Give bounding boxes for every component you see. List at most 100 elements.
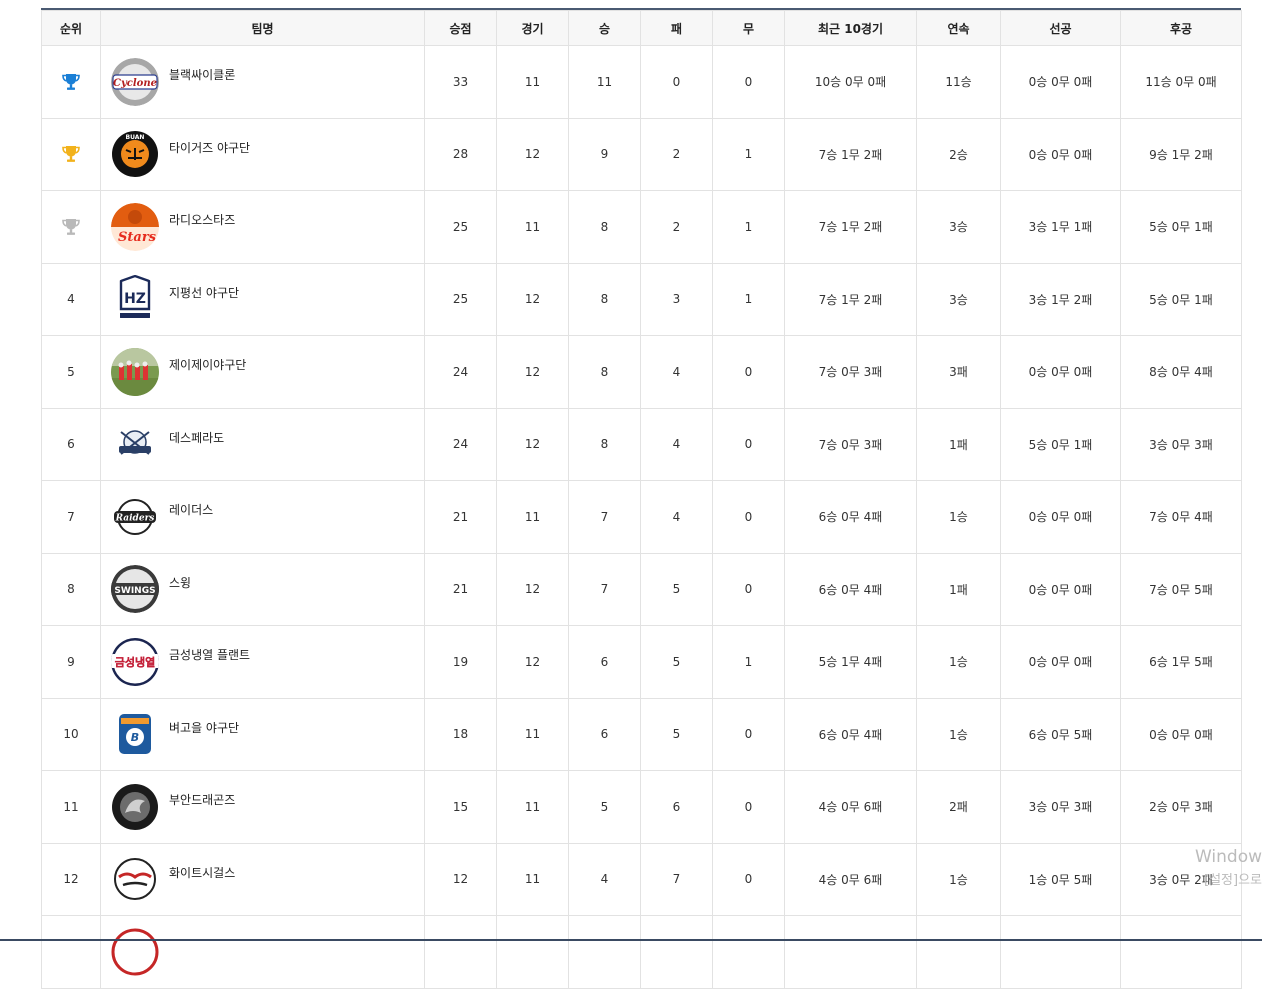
second-attack-cell: 5승 0무 1패 [1120, 262, 1242, 336]
svg-text:금성냉열: 금성냉열 [115, 655, 155, 669]
table-row[interactable]: 9 금성냉열 금성냉열 플랜트 19 12 6 5 1 5승 1무 4패 1승 0승 0무 0패 6승… [41, 625, 1242, 699]
team-cell[interactable]: Raiders 레이더스 [100, 480, 425, 554]
last10-cell: 4승 0무 6패 [784, 842, 917, 916]
table-row[interactable]: 12 화이트시걸스 12 11 4 7 0 4승 0무 6패 1승 1승 0무 5패 3승 0무 2… [41, 842, 1242, 916]
first-attack-cell: 0승 0무 0패 [1000, 117, 1121, 191]
games-cell: 12 [496, 335, 569, 409]
first-attack-cell: 0승 0무 0패 [1000, 480, 1121, 554]
header-streak: 연속 [916, 10, 1001, 46]
team-logo: HZ [111, 275, 159, 324]
table-row[interactable]: BUAN 타이거즈 야구단 28 12 9 2 1 7승 1무 2패 2승 0승 0무 0패 9승 … [41, 117, 1242, 191]
table-row[interactable]: 8 SWINGS 스윙 21 12 7 5 0 6승 0무 4패 1패 0승 0무 0패 7승 0무 … [41, 552, 1242, 626]
team-logo [111, 783, 159, 831]
team-name[interactable]: 부안드래곤즈 [169, 791, 235, 808]
games-cell: 11 [496, 45, 569, 119]
team-cell[interactable]: 제이제이야구단 [100, 335, 425, 409]
games-cell: 12 [496, 552, 569, 626]
wins-cell: 6 [568, 625, 641, 699]
team-name[interactable]: 데스페라도 [169, 429, 224, 446]
standings-table: 순위 팀명 승점 경기 승 패 무 최근 10경기 연속 선공 후공 Cyclo… [41, 10, 1242, 989]
table-row[interactable]: 4 HZ 지평선 야구단 25 12 8 3 1 7승 1무 2패 3승 3승 1무 2패 5승 0무… [41, 262, 1242, 336]
team-name[interactable]: 블랙싸이클론 [169, 66, 235, 83]
first-attack-cell: 6승 0무 5패 [1000, 697, 1121, 771]
table-row[interactable]: 11 부안드래곤즈 15 11 5 6 0 4승 0무 6패 2패 3승 0무 3패 2승 0무 3… [41, 770, 1242, 844]
table-row[interactable]: Stars 라디오스타즈 25 11 8 2 1 7승 1무 2패 3승 3승 1무 1패 5승 0… [41, 190, 1242, 264]
second-attack-cell: 7승 0무 5패 [1120, 552, 1242, 626]
wins-cell: 8 [568, 190, 641, 264]
team-name[interactable]: 라디오스타즈 [169, 211, 235, 228]
team-cell[interactable]: 금성냉열 금성냉열 플랜트 [100, 625, 425, 699]
draws-cell: 0 [712, 552, 785, 626]
header-games: 경기 [496, 10, 569, 46]
rank-cell: 10 [41, 697, 101, 771]
first-attack-cell: 3승 0무 3패 [1000, 770, 1121, 844]
draws-cell: 0 [712, 697, 785, 771]
second-attack-cell: 3승 0무 3패 [1120, 407, 1242, 481]
second-attack-cell: 8승 0무 4패 [1120, 335, 1242, 409]
team-name[interactable]: 제이제이야구단 [169, 356, 246, 373]
team-name[interactable]: 화이트시걸스 [169, 864, 235, 881]
table-row[interactable]: 10 B 벼고을 야구단 18 11 6 5 0 6승 0무 4패 1승 6승 0무 5패 0승 0무… [41, 697, 1242, 771]
streak-cell: 1승 [916, 625, 1001, 699]
team-name[interactable]: 금성냉열 플랜트 [169, 646, 250, 663]
table-row[interactable]: 5 제이제이야구단 24 12 8 4 0 7승 0무 3패 3패 0승 0무 0패 8승 0무 4… [41, 335, 1242, 409]
table-row[interactable]: 7 Raiders 레이더스 21 11 7 4 0 6승 0무 4패 1승 0승 0무 0패 7승 … [41, 480, 1242, 554]
team-logo: BUAN [111, 130, 159, 178]
team-cell[interactable]: Stars 라디오스타즈 [100, 190, 425, 264]
standings-table-wrapper: 순위 팀명 승점 경기 승 패 무 최근 10경기 연속 선공 후공 Cyclo… [41, 8, 1242, 989]
points-cell: 25 [424, 262, 497, 336]
team-cell[interactable]: 데스페라도 [100, 407, 425, 481]
rank-number: 4 [67, 292, 75, 307]
header-wins: 승 [568, 10, 641, 46]
points-cell: 12 [424, 842, 497, 916]
team-logo: B [111, 710, 159, 759]
last10-cell: 7승 1무 2패 [784, 117, 917, 191]
draws-cell: 0 [712, 407, 785, 481]
draws-cell: 1 [712, 262, 785, 336]
games-cell: 11 [496, 480, 569, 554]
team-name[interactable]: 레이더스 [169, 501, 213, 518]
points-cell: 21 [424, 480, 497, 554]
rank-number: 11 [63, 799, 79, 814]
team-cell[interactable]: 부안드래곤즈 [100, 770, 425, 844]
losses-cell: 0 [640, 45, 713, 119]
rank-cell: 9 [41, 625, 101, 699]
team-logo-partial [111, 928, 159, 976]
rank-cell: 11 [41, 770, 101, 844]
header-team: 팀명 [100, 10, 425, 46]
rank-cell: 12 [41, 842, 101, 916]
windows-activation-watermark: Window [1194, 847, 1262, 867]
team-logo: SWINGS [111, 565, 159, 614]
rank-trophy-icon [61, 218, 81, 235]
team-name[interactable]: 벼고을 야구단 [169, 719, 239, 736]
team-cell[interactable]: Cyclone 블랙싸이클론 [100, 45, 425, 119]
team-cell[interactable]: 화이트시걸스 [100, 842, 425, 916]
team-cell[interactable]: B 벼고을 야구단 [100, 697, 425, 771]
points-cell: 15 [424, 770, 497, 844]
draws-cell: 1 [712, 117, 785, 191]
last10-cell: 7승 1무 2패 [784, 262, 917, 336]
wins-cell: 8 [568, 262, 641, 336]
table-row[interactable]: 6 데스페라도 24 12 8 4 0 7승 0무 3패 1패 5승 0무 1패 3승 0무 3패 [41, 407, 1242, 481]
team-cell[interactable]: HZ 지평선 야구단 [100, 262, 425, 336]
second-attack-cell: 0승 0무 0패 [1120, 697, 1242, 771]
draws-cell: 0 [712, 45, 785, 119]
team-name[interactable]: 타이거즈 야구단 [169, 139, 250, 156]
streak-cell: 2패 [916, 770, 1001, 844]
streak-cell: 1승 [916, 480, 1001, 554]
rank-number: 5 [67, 364, 75, 379]
table-row[interactable]: Cyclone 블랙싸이클론 33 11 11 0 0 10승 0무 0패 11승 0승 0무 0… [41, 45, 1242, 119]
team-cell[interactable]: BUAN 타이거즈 야구단 [100, 117, 425, 191]
rank-number: 9 [67, 654, 75, 669]
rank-trophy-icon [61, 146, 81, 163]
last10-cell: 10승 0무 0패 [784, 45, 917, 119]
team-cell[interactable]: SWINGS 스윙 [100, 552, 425, 626]
team-name[interactable]: 지평선 야구단 [169, 284, 239, 301]
team-name[interactable]: 스윙 [169, 574, 191, 591]
last10-cell: 4승 0무 6패 [784, 770, 917, 844]
games-cell: 11 [496, 770, 569, 844]
losses-cell: 3 [640, 262, 713, 336]
second-attack-cell: 5승 0무 1패 [1120, 190, 1242, 264]
rank-cell: 7 [41, 480, 101, 554]
losses-cell: 4 [640, 480, 713, 554]
